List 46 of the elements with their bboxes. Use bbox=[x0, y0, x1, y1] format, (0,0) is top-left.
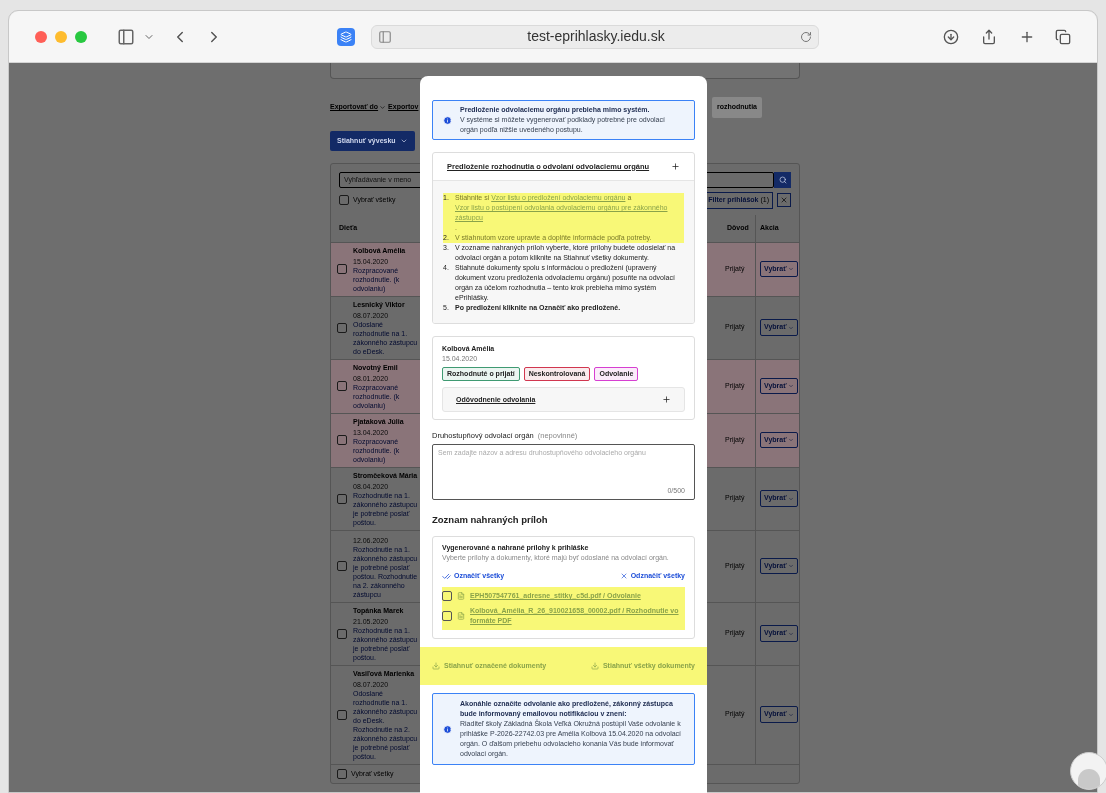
document-icon bbox=[457, 612, 465, 620]
search-button[interactable] bbox=[774, 172, 791, 188]
chevron-down-icon bbox=[787, 266, 794, 272]
chevron-down-icon bbox=[787, 324, 794, 331]
sidebar-icon[interactable] bbox=[117, 27, 135, 46]
checkbox[interactable] bbox=[442, 611, 452, 621]
chevron-down-icon bbox=[787, 437, 794, 443]
page-icon bbox=[378, 29, 392, 44]
checkbox[interactable] bbox=[337, 628, 347, 639]
double-check-icon bbox=[442, 571, 451, 581]
tab-group-icon[interactable] bbox=[337, 27, 355, 46]
document-icon bbox=[457, 592, 465, 600]
chevron-down-icon bbox=[787, 711, 794, 718]
plus-icon bbox=[671, 162, 680, 171]
checkbox[interactable] bbox=[337, 435, 347, 445]
checkbox[interactable] bbox=[337, 768, 347, 779]
chevron-down-icon bbox=[787, 563, 794, 569]
chevron-down-icon bbox=[787, 495, 794, 502]
plus-icon bbox=[662, 395, 671, 404]
checkbox[interactable] bbox=[337, 561, 347, 571]
address-bar[interactable]: test-eprihlasky.iedu.sk bbox=[371, 24, 819, 49]
search-icon bbox=[778, 176, 787, 184]
info-icon bbox=[443, 115, 452, 125]
info-icon bbox=[443, 724, 452, 734]
section-heading: Zoznam nahraných príloh bbox=[432, 514, 549, 526]
checkbox[interactable] bbox=[339, 195, 349, 206]
checkbox[interactable] bbox=[337, 381, 347, 391]
share-icon[interactable] bbox=[981, 28, 997, 45]
checkbox[interactable] bbox=[337, 322, 347, 333]
checkbox[interactable] bbox=[337, 709, 347, 720]
chevron-down-icon bbox=[787, 630, 794, 637]
downloads-icon[interactable] bbox=[943, 28, 959, 45]
checkbox[interactable] bbox=[442, 591, 452, 601]
tabs-overview-icon[interactable] bbox=[1055, 28, 1071, 45]
close-window-icon[interactable] bbox=[35, 30, 47, 43]
download-icon bbox=[590, 662, 599, 670]
chevron-down-icon bbox=[379, 103, 387, 111]
checkbox[interactable] bbox=[337, 493, 347, 504]
maximize-window-icon[interactable] bbox=[75, 30, 87, 43]
close-icon bbox=[780, 196, 788, 205]
download-icon bbox=[432, 662, 440, 670]
reload-icon[interactable] bbox=[800, 30, 812, 43]
checkbox[interactable] bbox=[337, 264, 347, 274]
clear-filter-button[interactable] bbox=[777, 193, 791, 208]
chevron-down-icon bbox=[787, 383, 794, 389]
close-icon bbox=[619, 572, 628, 580]
